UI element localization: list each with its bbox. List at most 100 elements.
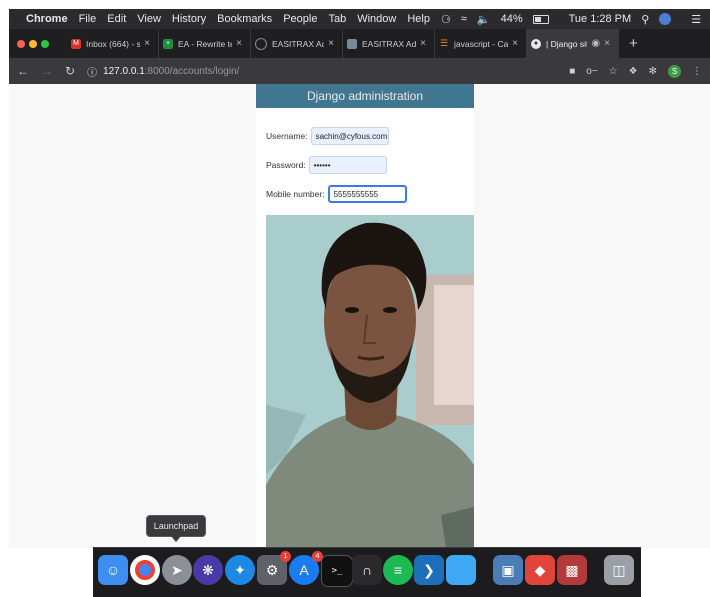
status-area: ⚆ ≈ 🔈 44% Tue 1:28 PM ⚲ ☰ — [441, 13, 710, 26]
tab-title: EA - Rewrite testing — [178, 38, 232, 49]
mobile-label: Mobile number: — [266, 189, 325, 199]
menu-help[interactable]: Help — [407, 13, 430, 25]
preview-icon[interactable]: ▣ — [493, 555, 523, 585]
image-icon — [347, 38, 357, 49]
menu-clock[interactable]: Tue 1:28 PM — [569, 13, 632, 25]
username-row: Username: sachin@cyfous.com — [266, 127, 389, 145]
dock-tooltip: Launchpad — [146, 515, 206, 542]
tab-inbox[interactable]: M Inbox (664) - sachin × — [67, 29, 159, 58]
tab-strip: M Inbox (664) - sachin × + EA - Rewrite … — [9, 29, 710, 58]
notification-center-icon[interactable]: ☰ — [691, 13, 701, 26]
folder-icon[interactable] — [446, 555, 476, 585]
macos-menu-bar: Chrome File Edit View History Bookmarks … — [9, 9, 710, 29]
forward-arrow-icon[interactable]: → — [41, 64, 53, 78]
extension-gear-icon[interactable]: ✻ — [649, 66, 657, 77]
spotify-icon[interactable]: ≡ — [383, 555, 413, 585]
gmail-icon: M — [71, 38, 81, 49]
trash-icon[interactable]: ◫ — [604, 555, 634, 585]
tab-django-admin[interactable]: ● | Django site adm ◉ × — [527, 29, 619, 58]
mobile-row: Mobile number: 5555555555 — [266, 185, 407, 203]
close-tab-icon[interactable]: × — [604, 38, 610, 49]
tab-stackoverflow[interactable]: ☰ javascript - Call child × — [435, 29, 527, 58]
browser-toolbar: ← → ↻ ⓘ 127.0.0.1:8000/accounts/login/ ■… — [9, 58, 710, 84]
anydesk-icon[interactable]: ◆ — [525, 555, 555, 585]
menu-tab[interactable]: Tab — [328, 13, 346, 25]
siri-icon[interactable]: ❋ — [193, 555, 223, 585]
site-info-icon[interactable]: ⓘ — [87, 64, 97, 79]
globe-icon — [255, 37, 267, 50]
tab-rewrite-testing[interactable]: + EA - Rewrite testing × — [159, 29, 251, 58]
reload-icon[interactable]: ↻ — [65, 64, 75, 78]
minimize-window-icon[interactable] — [29, 39, 37, 48]
tab-easitrax-2[interactable]: EASITRAX Advance × — [343, 29, 435, 58]
volume-icon[interactable]: 🔈 — [477, 13, 491, 26]
menu-file[interactable]: File — [79, 13, 97, 25]
menu-history[interactable]: History — [172, 13, 206, 25]
more-menu-icon[interactable]: ⋮ — [692, 66, 702, 77]
page-viewport: Django administration Username: sachin@c… — [9, 84, 710, 548]
login-panel: Django administration Username: sachin@c… — [256, 84, 474, 548]
close-tab-icon[interactable]: × — [144, 38, 150, 49]
menu-people[interactable]: People — [283, 13, 317, 25]
page-title: Django administration — [306, 89, 424, 103]
url-host: 127.0.0.1 — [103, 65, 145, 77]
system-preferences-icon[interactable]: ⚙ 1 — [257, 551, 291, 585]
menu-app-chrome[interactable]: Chrome — [26, 13, 68, 25]
webcam-frame — [266, 215, 474, 548]
url-path: :8000/accounts/login/ — [144, 65, 240, 77]
camera-icon[interactable]: ■ — [569, 66, 575, 77]
battery-percent[interactable]: 44% — [501, 13, 523, 25]
menu-view[interactable]: View — [137, 13, 161, 25]
extension-icon[interactable]: ❖ — [629, 66, 638, 77]
close-tab-icon[interactable]: × — [512, 38, 518, 49]
username-input[interactable]: sachin@cyfous.com — [310, 127, 389, 145]
stackoverflow-icon: ☰ — [439, 38, 449, 48]
photo-booth-icon[interactable]: ▩ — [557, 555, 587, 585]
chrome-icon[interactable] — [130, 555, 160, 585]
launchpad-icon[interactable]: ➤ — [162, 555, 192, 585]
bookmark-star-icon[interactable]: ☆ — [609, 66, 618, 77]
globe-icon: ● — [531, 38, 541, 49]
close-tab-icon[interactable]: × — [420, 38, 426, 49]
tab-title: Inbox (664) - sachin — [86, 38, 140, 49]
headphone-app-icon[interactable]: ∩ — [352, 555, 382, 585]
key-icon[interactable]: o− — [586, 66, 597, 77]
close-tab-icon[interactable]: × — [328, 38, 334, 49]
new-tab-button[interactable]: + — [629, 35, 638, 52]
terminal-icon[interactable]: >_ — [321, 555, 353, 587]
tab-easitrax-1[interactable]: EASITRAX Advance × — [251, 29, 343, 58]
sheets-icon: + — [163, 38, 173, 49]
window-controls — [17, 39, 53, 48]
nav-buttons: ← → ↻ — [17, 64, 75, 78]
battery-icon[interactable] — [532, 13, 559, 25]
toolbar-actions: ■ o− ☆ ❖ ✻ S ⋮ — [569, 64, 702, 78]
finder-icon[interactable]: ☺ — [98, 555, 128, 585]
zoom-window-icon[interactable] — [41, 39, 49, 48]
django-header: Django administration — [256, 84, 474, 108]
vscode-icon[interactable]: ❯ — [414, 555, 444, 585]
back-arrow-icon[interactable]: ← — [17, 64, 29, 78]
close-window-icon[interactable] — [17, 39, 25, 48]
safari-icon[interactable]: ✦ — [225, 555, 255, 585]
password-row: Password: •••••• — [266, 156, 387, 174]
password-label: Password: — [266, 160, 306, 170]
mobile-number-input[interactable]: 5555555555 — [327, 185, 407, 203]
menu-bookmarks[interactable]: Bookmarks — [217, 13, 272, 25]
tab-title: | Django site adm — [546, 38, 587, 49]
menu-window[interactable]: Window — [357, 13, 396, 25]
notification-badge: 1 — [280, 551, 291, 562]
close-tab-icon[interactable]: × — [236, 38, 242, 49]
address-bar[interactable]: ⓘ 127.0.0.1:8000/accounts/login/ — [87, 62, 569, 80]
spotlight-icon[interactable]: ⚲ — [641, 13, 649, 26]
password-input[interactable]: •••••• — [308, 156, 387, 174]
tab-title: EASITRAX Advance — [272, 38, 324, 49]
webcam-video — [266, 215, 474, 548]
menu-edit[interactable]: Edit — [107, 13, 126, 25]
profile-avatar[interactable]: S — [668, 64, 681, 78]
accessibility-icon[interactable]: ⚆ — [441, 13, 451, 26]
tab-title: javascript - Call child — [454, 38, 509, 49]
wifi-icon[interactable]: ≈ — [461, 13, 467, 25]
mute-tab-icon[interactable]: ◉ — [591, 38, 600, 49]
siri-icon[interactable] — [659, 13, 681, 26]
app-store-icon[interactable]: A4 — [289, 551, 323, 585]
